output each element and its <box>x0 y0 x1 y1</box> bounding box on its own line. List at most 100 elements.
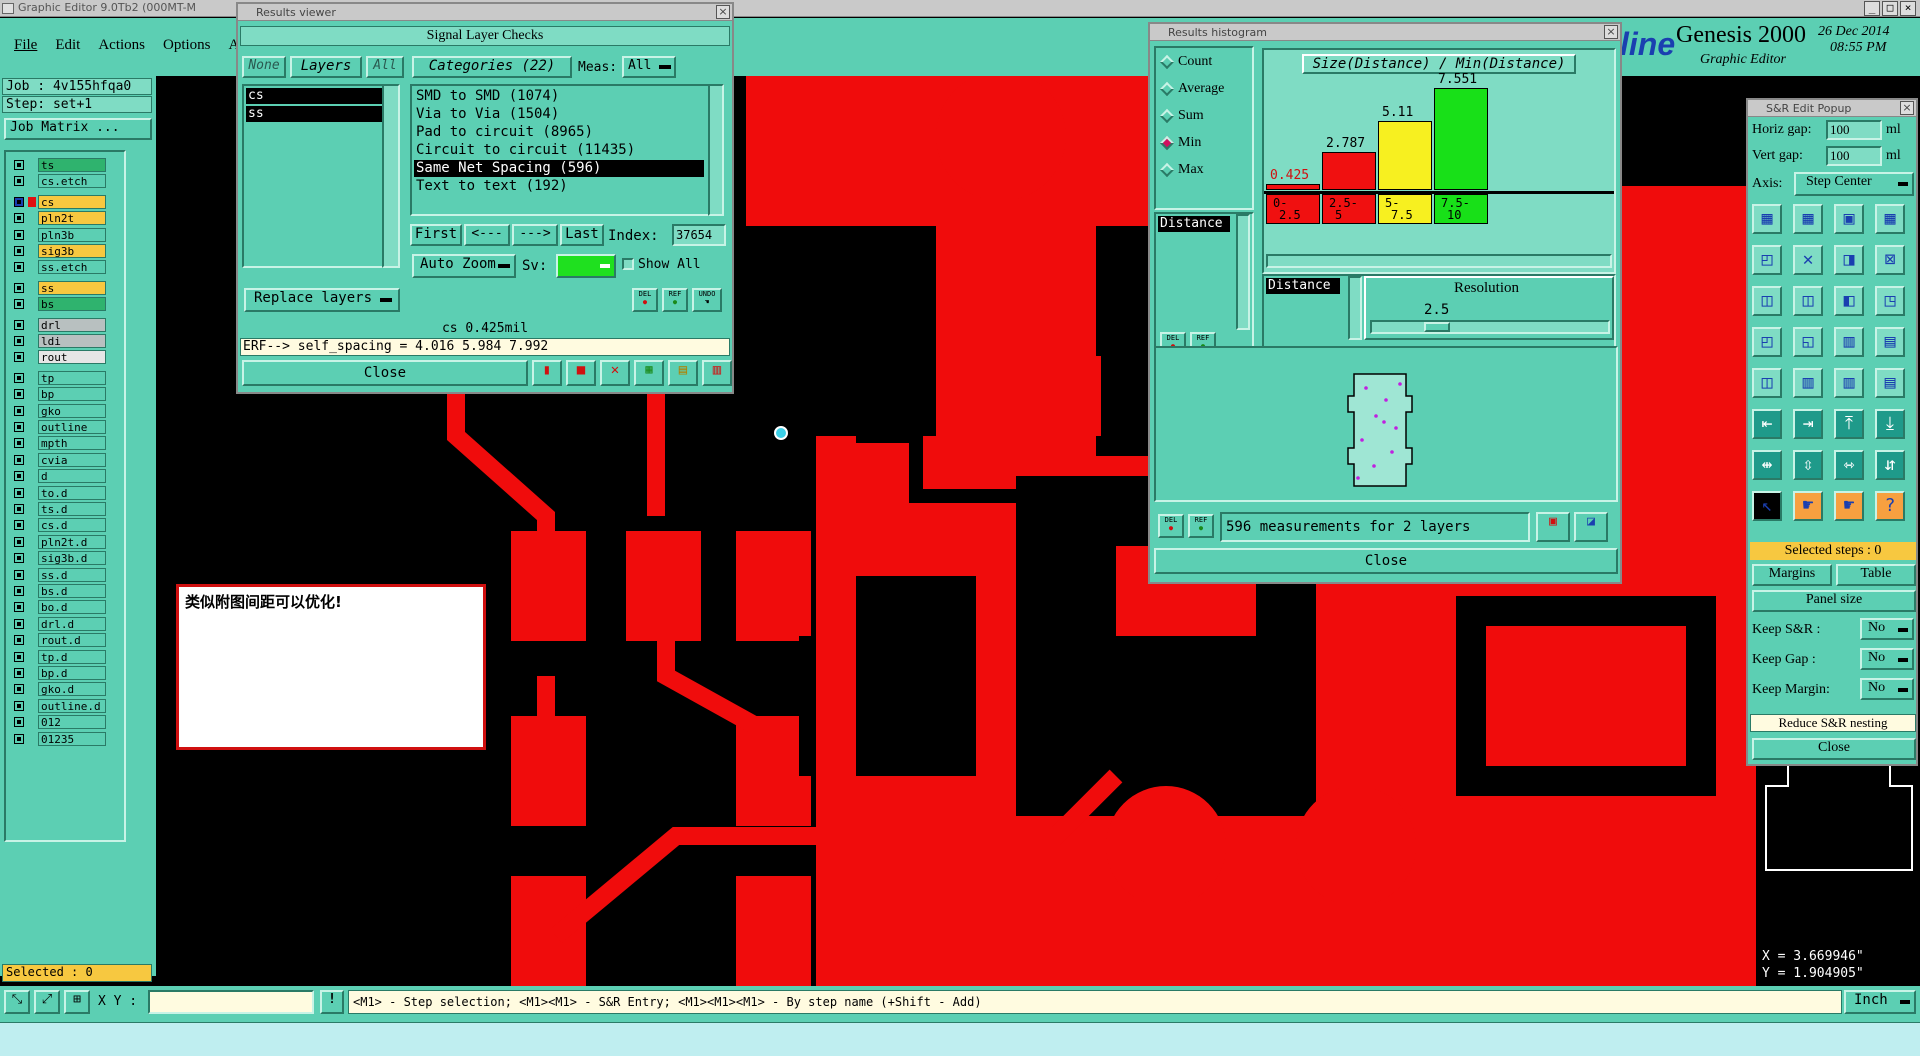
tile-icon[interactable]: ▦ <box>1752 204 1782 234</box>
result-layer-item[interactable]: ss <box>246 106 382 122</box>
layer-checkbox[interactable] <box>14 213 24 224</box>
layer-row-bs[interactable]: bs <box>10 297 106 312</box>
layer-row-pln2t-d[interactable]: pln2t.d <box>10 534 106 549</box>
layer-checkbox[interactable] <box>14 438 24 449</box>
preview-ref-button[interactable]: REF ● <box>1188 514 1214 538</box>
category-item[interactable]: Circuit to circuit (11435) <box>414 142 704 159</box>
layer-row-01235[interactable]: 01235 <box>10 731 106 746</box>
layer-marker-icon[interactable]: ▮ <box>532 360 562 386</box>
resolution-slider[interactable] <box>1370 320 1610 334</box>
column-icon[interactable]: ▤ <box>1875 368 1905 398</box>
layer-checkbox[interactable] <box>14 372 24 383</box>
layers-button[interactable]: Layers <box>290 56 362 78</box>
zoom-region-icon[interactable]: ◪ <box>1574 512 1608 542</box>
layer-checkbox[interactable] <box>14 336 24 346</box>
layer-row-gko[interactable]: gko <box>10 403 106 418</box>
layer-row-ldi[interactable]: ldi <box>10 334 106 348</box>
mirror-v-icon[interactable]: ◫ <box>1793 286 1823 316</box>
layer-row-drl-d[interactable]: drl.d <box>10 616 106 631</box>
layer-row-drl[interactable]: drl <box>10 317 106 332</box>
replace-layers-dropdown[interactable]: Replace layers <box>244 288 400 312</box>
layer-row-pln3b[interactable]: pln3b <box>10 227 106 242</box>
align-top-icon[interactable]: ⤒ <box>1834 409 1864 439</box>
layer-row-to-d[interactable]: to.d <box>10 485 106 500</box>
layer-row-ss-d[interactable]: ss.d <box>10 567 106 582</box>
layer-checkbox[interactable] <box>14 569 24 580</box>
last-button[interactable]: Last <box>560 224 604 246</box>
layer-row-tp[interactable]: tp <box>10 370 106 385</box>
stack-right-icon[interactable]: ◱ <box>1793 327 1823 357</box>
copy-step-icon[interactable]: ◨ <box>1834 245 1864 275</box>
layer-checkbox[interactable] <box>14 160 24 170</box>
category-item[interactable]: Via to Via (1504) <box>414 106 704 123</box>
histogram-bar[interactable] <box>1322 152 1376 190</box>
margins-button[interactable]: Margins <box>1752 564 1832 586</box>
none-button[interactable]: None <box>242 56 286 78</box>
axis-dropdown[interactable]: Step Center <box>1794 172 1914 196</box>
meas-dropdown[interactable]: All <box>622 56 676 78</box>
layer-checkbox[interactable] <box>14 246 24 256</box>
ref-button[interactable]: REF ● <box>662 288 688 312</box>
align-left-icon[interactable]: ⇤ <box>1752 409 1782 439</box>
layer-checkbox[interactable] <box>14 536 24 547</box>
reduce-nesting[interactable]: Reduce S&R nesting <box>1750 714 1916 732</box>
align-bottom-icon[interactable]: ⤓ <box>1875 409 1905 439</box>
layer-checkbox[interactable] <box>14 733 24 744</box>
layer-row-bp[interactable]: bp <box>10 387 106 402</box>
layer-row-d[interactable]: d <box>10 469 106 484</box>
layer-checkbox[interactable] <box>14 668 24 678</box>
row-icon[interactable]: ▥ <box>1834 368 1864 398</box>
center-v-icon[interactable]: ⇵ <box>1875 450 1905 480</box>
layer-checkbox[interactable] <box>14 229 24 240</box>
keep-margin-dropdown[interactable]: No <box>1860 678 1914 700</box>
layer-list-scrollbar[interactable] <box>382 84 400 268</box>
category-item[interactable]: Same Net Spacing (596) <box>414 160 704 177</box>
auto-zoom-dropdown[interactable]: Auto Zoom <box>412 254 516 278</box>
show-all-checkbox[interactable] <box>622 258 634 270</box>
box-marker-icon[interactable]: ■ <box>566 360 596 386</box>
category-scrollbar[interactable] <box>708 84 724 216</box>
sv-dropdown[interactable] <box>556 254 616 278</box>
category-list[interactable]: SMD to SMD (1074) Via to Via (1504) Pad to… <box>410 84 724 216</box>
layer-checkbox[interactable] <box>14 651 24 662</box>
tile-highlight-icon[interactable]: ▦ <box>1793 204 1823 234</box>
resolution-slider-handle[interactable] <box>1424 322 1450 332</box>
layer-checkbox[interactable] <box>14 700 24 711</box>
resolution-list-item[interactable]: Distance <box>1266 278 1340 294</box>
vert-gap-input[interactable] <box>1826 146 1882 166</box>
layer-checkbox[interactable] <box>14 684 24 695</box>
keep-sr-dropdown[interactable]: No <box>1860 618 1914 640</box>
layer-checkbox[interactable] <box>14 176 24 187</box>
layer-checkbox[interactable] <box>14 196 24 207</box>
group-row-icon[interactable]: ▥ <box>1793 368 1823 398</box>
layer-row-cs-etch[interactable]: cs.etch <box>10 174 106 189</box>
horiz-gap-input[interactable] <box>1826 120 1882 140</box>
layer-checkbox[interactable] <box>14 520 24 531</box>
layer-checkbox[interactable] <box>14 487 24 498</box>
layer-row-outline-d[interactable]: outline.d <box>10 698 106 713</box>
histogram-bar[interactable] <box>1266 184 1320 190</box>
grid-icon[interactable]: ⊞ <box>64 990 90 1014</box>
layer-row-bs-d[interactable]: bs.d <box>10 584 106 598</box>
step-minimap[interactable] <box>1758 766 1920 876</box>
close-icon[interactable]: × <box>1604 25 1618 39</box>
layer-row-gko-d[interactable]: gko.d <box>10 682 106 697</box>
close-icon[interactable]: × <box>1900 101 1914 115</box>
layer-row-rout-d[interactable]: rout.d <box>10 633 106 648</box>
maximize-button[interactable]: □ <box>1882 1 1898 16</box>
layer-checkbox[interactable] <box>14 553 24 564</box>
category-item[interactable]: SMD to SMD (1074) <box>414 88 704 105</box>
layer-row-sig3b[interactable]: sig3b <box>10 244 106 258</box>
layer-row-tp-d[interactable]: tp.d <box>10 649 106 664</box>
mode-radio-average[interactable]: Average <box>1159 79 1224 99</box>
sr-close-button[interactable]: Close <box>1752 738 1916 760</box>
layer-checkbox[interactable] <box>14 504 24 514</box>
delete-step-icon[interactable]: ✕ <box>1793 245 1823 275</box>
layer-row-ss[interactable]: ss <box>10 280 106 295</box>
layer-row-012[interactable]: 012 <box>10 715 106 730</box>
results-layer-list[interactable]: cs ss <box>242 84 400 268</box>
mode-radio-sum[interactable]: Sum <box>1159 106 1204 126</box>
panel-size-button[interactable]: Panel size <box>1752 590 1916 612</box>
mode-radio-max[interactable]: Max <box>1159 160 1204 180</box>
layer-checkbox[interactable] <box>14 471 24 482</box>
